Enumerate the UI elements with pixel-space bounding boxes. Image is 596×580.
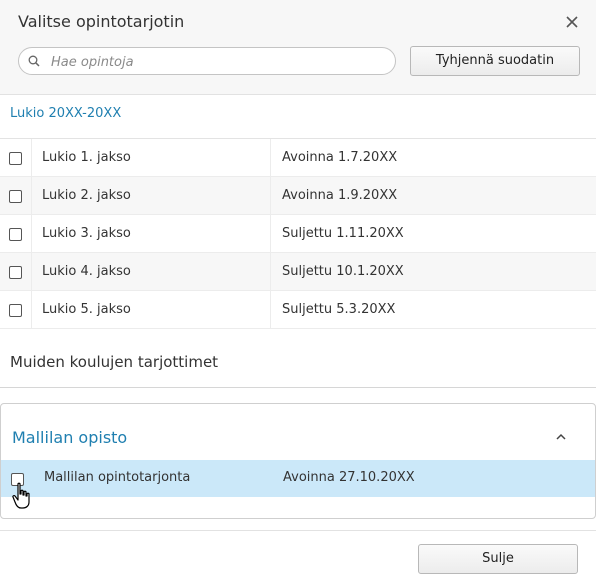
row-checkbox[interactable] <box>9 190 22 203</box>
row-checkbox[interactable] <box>9 304 22 317</box>
row-checkbox[interactable] <box>9 228 22 241</box>
dialog-header: Valitse opintotarjotin Tyhjennä suodatin <box>0 0 596 95</box>
table-row[interactable]: Lukio 2. jakso Avoinna 1.9.20XX <box>0 177 596 215</box>
table-row[interactable]: Lukio 1. jakso Avoinna 1.7.20XX <box>0 139 596 177</box>
divider <box>0 387 596 388</box>
other-schools-heading: Muiden koulujen tarjottimet <box>10 353 219 371</box>
row-status: Avoinna 1.7.20XX <box>282 150 398 165</box>
row-checkbox[interactable] <box>9 266 22 279</box>
row-name: Lukio 4. jakso <box>42 264 131 279</box>
row-checkbox[interactable] <box>9 152 22 165</box>
row-name: Lukio 5. jakso <box>42 302 131 317</box>
table-row[interactable]: Lukio 3. jakso Suljettu 1.11.20XX <box>0 215 596 253</box>
clear-filter-button[interactable]: Tyhjennä suodatin <box>410 46 580 76</box>
dialog-footer: Sulje <box>0 530 596 580</box>
row-name: Lukio 3. jakso <box>42 226 131 241</box>
row-name: Lukio 2. jakso <box>42 188 131 203</box>
table-row[interactable]: Lukio 5. jakso Suljettu 5.3.20XX <box>0 291 596 329</box>
row-status: Avoinna 27.10.20XX <box>283 470 415 485</box>
close-button[interactable]: Sulje <box>418 544 578 574</box>
row-name: Lukio 1. jakso <box>42 150 131 165</box>
panel-title[interactable]: Mallilan opisto <box>12 428 127 447</box>
table-row-highlighted[interactable]: Mallilan opintotarjonta Avoinna 27.10.20… <box>1 460 595 497</box>
other-school-panel: Mallilan opisto Mallilan opintotarjonta … <box>0 403 596 519</box>
row-checkbox[interactable] <box>11 473 24 486</box>
row-status: Suljettu 5.3.20XX <box>282 302 396 317</box>
dialog-title: Valitse opintotarjotin <box>18 12 185 31</box>
search-icon <box>28 55 40 67</box>
table-row[interactable]: Lukio 4. jakso Suljettu 10.1.20XX <box>0 253 596 291</box>
search-input[interactable] <box>49 51 383 73</box>
row-status: Suljettu 1.11.20XX <box>282 226 404 241</box>
group-title-lukio[interactable]: Lukio 20XX-20XX <box>10 106 121 121</box>
course-table: Lukio 1. jakso Avoinna 1.7.20XX Lukio 2.… <box>0 138 596 329</box>
row-name: Mallilan opintotarjonta <box>44 470 191 485</box>
search-field[interactable] <box>18 47 396 75</box>
close-icon[interactable] <box>562 12 582 32</box>
row-status: Suljettu 10.1.20XX <box>282 264 404 279</box>
row-status: Avoinna 1.9.20XX <box>282 188 398 203</box>
chevron-up-icon[interactable] <box>554 430 568 444</box>
